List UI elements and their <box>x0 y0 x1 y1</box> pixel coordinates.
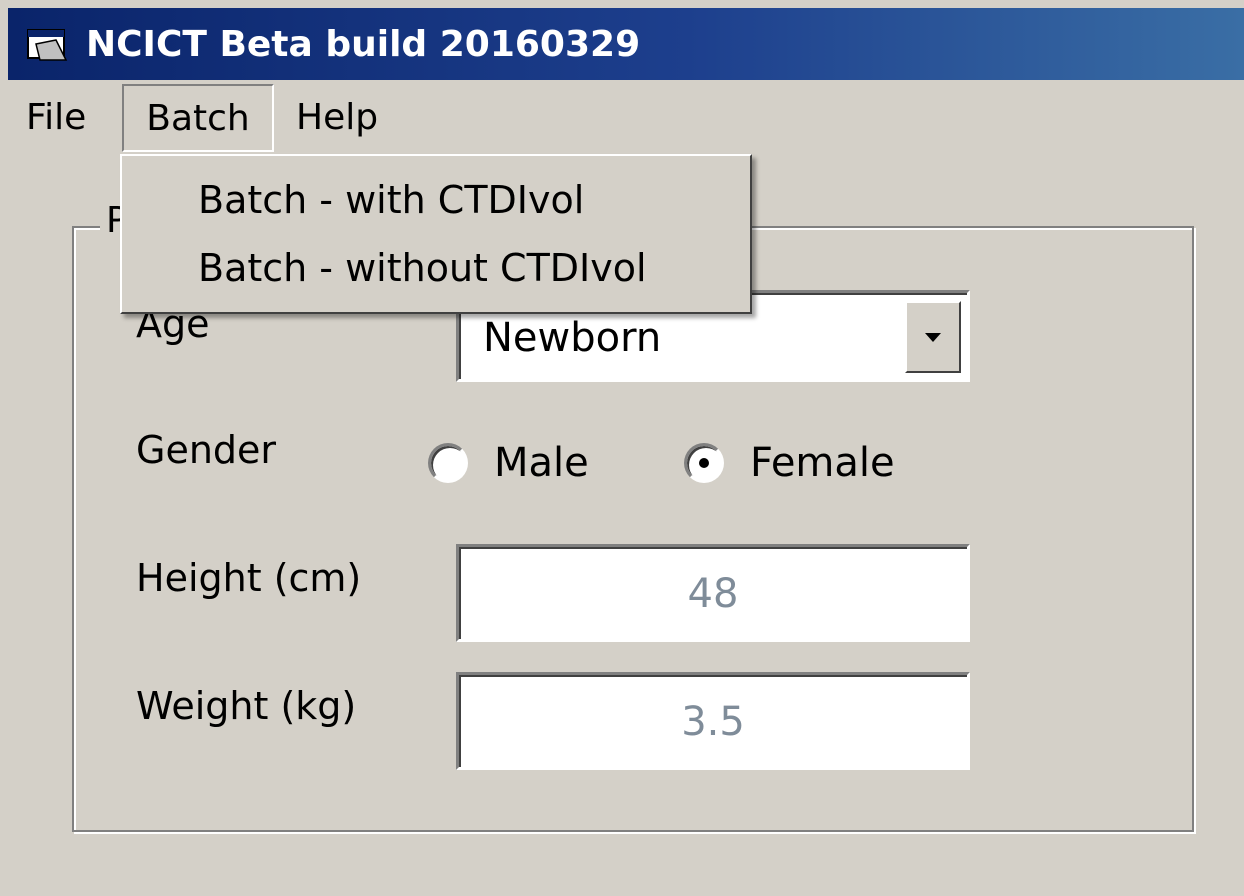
weight-value: 3.5 <box>681 699 745 745</box>
menu-file[interactable]: File <box>26 84 86 150</box>
app-window-icon <box>26 26 72 62</box>
gender-female-label: Female <box>750 440 895 486</box>
gender-label: Gender <box>136 428 277 472</box>
menu-help[interactable]: Help <box>296 84 378 150</box>
gender-female-radio[interactable]: Female <box>684 440 895 486</box>
menu-batch[interactable]: Batch <box>122 84 274 152</box>
weight-label: Weight (kg) <box>136 684 357 728</box>
menu-item-batch-without-ctdivol[interactable]: Batch - without CTDIvol <box>198 246 647 290</box>
weight-field[interactable]: 3.5 <box>456 672 970 770</box>
menu-bar: File Batch Help <box>8 84 1244 154</box>
height-label: Height (cm) <box>136 556 362 600</box>
title-bar[interactable]: NCICT Beta build 20160329 <box>8 8 1244 80</box>
age-select-value: Newborn <box>483 315 662 361</box>
menu-item-batch-with-ctdivol[interactable]: Batch - with CTDIvol <box>198 178 584 222</box>
height-field[interactable]: 48 <box>456 544 970 642</box>
radio-button-checked-icon[interactable] <box>684 443 724 483</box>
batch-dropdown-menu: Batch - with CTDIvol Batch - without CTD… <box>120 154 752 314</box>
radio-button-icon[interactable] <box>428 443 468 483</box>
gender-male-label: Male <box>494 440 589 486</box>
chevron-down-icon <box>925 333 941 342</box>
radio-dot-icon <box>699 458 709 468</box>
dropdown-arrow-button[interactable] <box>905 301 961 373</box>
app-window: NCICT Beta build 20160329 File Batch Hel… <box>0 0 1244 896</box>
gender-male-radio[interactable]: Male <box>428 440 589 486</box>
window-title: NCICT Beta build 20160329 <box>86 23 641 65</box>
height-value: 48 <box>687 571 739 617</box>
